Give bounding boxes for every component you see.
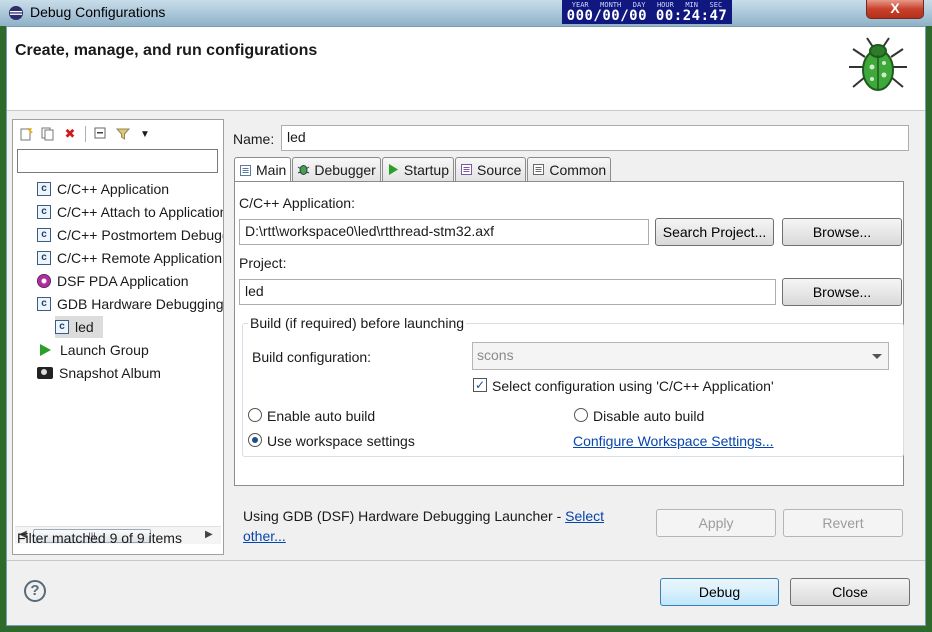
tree-item-label: C/C++ Application: [57, 181, 170, 197]
tree-item-label: DSF PDA Application: [57, 273, 189, 289]
tab-label: Main: [256, 162, 287, 178]
apply-button[interactable]: Apply: [656, 509, 776, 537]
close-icon: X: [890, 0, 900, 16]
config-tree-pane: ✖ ▼ c C/C++ Application c C/C++ Attach to A…: [12, 119, 224, 555]
tree-item-label: GDB Hardware Debugging: [57, 296, 223, 312]
tab-debugger[interactable]: Debugger: [292, 157, 381, 181]
clock-value: 000/00/00 00:24:47: [566, 8, 728, 24]
help-icon[interactable]: ?: [24, 580, 46, 602]
tree-item-label: C/C++ Attach to Application: [57, 204, 223, 220]
enable-auto-build-label: Enable auto build: [267, 408, 376, 424]
c-app-icon: c: [37, 228, 51, 242]
filter-input[interactable]: [17, 149, 218, 173]
tree-item[interactable]: Launch Group: [37, 339, 223, 361]
close-button[interactable]: Close: [790, 578, 910, 606]
tree-item[interactable]: DSF PDA Application: [37, 270, 223, 292]
build-config-label: Build configuration:: [252, 349, 372, 365]
tree-item-label: led: [75, 319, 94, 335]
tree-item[interactable]: c led: [55, 316, 103, 338]
tab-label: Common: [549, 161, 607, 178]
disable-auto-build-label: Disable auto build: [593, 408, 705, 424]
c-app-icon: c: [37, 251, 51, 265]
dialog-header: Create, manage, and run configurations: [7, 27, 925, 111]
tree-item-label: C/C++ Remote Application: [57, 250, 222, 266]
header-title: Create, manage, and run configurations: [15, 42, 318, 59]
tab-source[interactable]: Source: [455, 157, 527, 181]
configure-workspace-link[interactable]: Configure Workspace Settings...: [573, 433, 774, 449]
use-workspace-settings-label: Use workspace settings: [267, 433, 415, 449]
build-config-select[interactable]: scons: [472, 342, 889, 370]
toolbar-separator: [85, 126, 86, 142]
project-field[interactable]: led: [239, 279, 776, 305]
bug-icon: [849, 37, 907, 91]
tree-item[interactable]: c C/C++ Attach to Application: [37, 201, 223, 223]
camera-icon: [37, 367, 53, 379]
main-tab-icon: [239, 164, 252, 177]
tab-startup[interactable]: Startup: [381, 157, 454, 181]
title-bar: Debug Configurations: [0, 0, 932, 26]
tree-item[interactable]: c C/C++ Postmortem Debugger: [37, 224, 223, 246]
tree-item[interactable]: c C/C++ Remote Application: [37, 247, 223, 269]
chevron-down-icon: [872, 354, 882, 359]
select-config-checkbox[interactable]: ✓: [473, 378, 487, 392]
c-app-icon: c: [37, 297, 51, 311]
startup-tab-icon: [387, 163, 400, 176]
clock-widget: YEAR MONTH DAY HOUR MIN SEC 000/00/00 00:24:4…: [562, 0, 732, 24]
tab-common[interactable]: Common: [527, 157, 612, 181]
dsf-icon: [37, 274, 51, 288]
enable-auto-build-radio[interactable]: [248, 408, 262, 422]
app-label: C/C++ Application:: [239, 195, 355, 211]
tree-toolbar: ✖ ▼: [17, 124, 154, 144]
tree-item[interactable]: c C/C++ Application: [37, 178, 223, 200]
revert-button[interactable]: Revert: [783, 509, 903, 537]
filter-status: Filter matched 9 of 9 items: [17, 530, 182, 546]
tree-item-label: Launch Group: [60, 342, 149, 358]
name-field[interactable]: led: [281, 125, 909, 151]
window-title: Debug Configurations: [30, 4, 166, 20]
c-app-icon: c: [55, 320, 69, 334]
disable-auto-build-radio[interactable]: [574, 408, 588, 422]
duplicate-icon[interactable]: [39, 125, 57, 143]
tab-label: Source: [477, 161, 522, 178]
tab-label: Startup: [403, 161, 449, 178]
new-configuration-icon[interactable]: [17, 125, 35, 143]
browse-app-button[interactable]: Browse...: [782, 218, 902, 246]
common-tab-icon: [532, 163, 545, 176]
build-config-value: scons: [477, 347, 514, 363]
debugger-tab-icon: [297, 163, 310, 176]
select-config-label: Select configuration using 'C/C++ Applic…: [492, 378, 774, 394]
c-app-icon: c: [37, 182, 51, 196]
dropdown-arrow-icon[interactable]: ▼: [136, 125, 154, 143]
search-project-button[interactable]: Search Project...: [655, 218, 774, 246]
project-label: Project:: [239, 255, 287, 271]
launcher-info: Using GDB (DSF) Hardware Debugging Launc…: [243, 506, 643, 546]
build-group-title: Build (if required) before launching: [248, 315, 467, 331]
source-tab-icon: [460, 163, 473, 176]
browse-project-button[interactable]: Browse...: [782, 278, 902, 306]
tab-main[interactable]: Main: [234, 157, 292, 182]
app-path-field[interactable]: D:\rtt\workspace0\led\rtthread-stm32.axf: [239, 219, 649, 245]
name-label: Name:: [233, 131, 275, 147]
tree-item[interactable]: Snapshot Album: [37, 362, 223, 384]
config-tabs: Main Debugger Startup Source Common: [234, 157, 612, 182]
tab-label: Debugger: [314, 161, 376, 178]
filter-icon[interactable]: [114, 125, 132, 143]
tree-item[interactable]: c GDB Hardware Debugging: [37, 293, 223, 315]
c-app-icon: c: [37, 205, 51, 219]
collapse-all-icon[interactable]: [92, 125, 110, 143]
use-workspace-settings-radio[interactable]: [248, 433, 262, 447]
tree-item-label: Snapshot Album: [59, 365, 161, 381]
delete-icon[interactable]: ✖: [61, 125, 79, 143]
launcher-text: Using GDB (DSF) Hardware Debugging Launc…: [243, 508, 566, 524]
launch-group-icon: [40, 344, 51, 356]
tree-item-label: C/C++ Postmortem Debugger: [57, 227, 223, 243]
footer-divider: [7, 560, 925, 561]
window-close-button[interactable]: X: [866, 0, 924, 19]
eclipse-icon: [9, 6, 23, 20]
debug-button[interactable]: Debug: [660, 578, 779, 606]
scroll-right-icon[interactable]: ▶: [205, 529, 213, 540]
